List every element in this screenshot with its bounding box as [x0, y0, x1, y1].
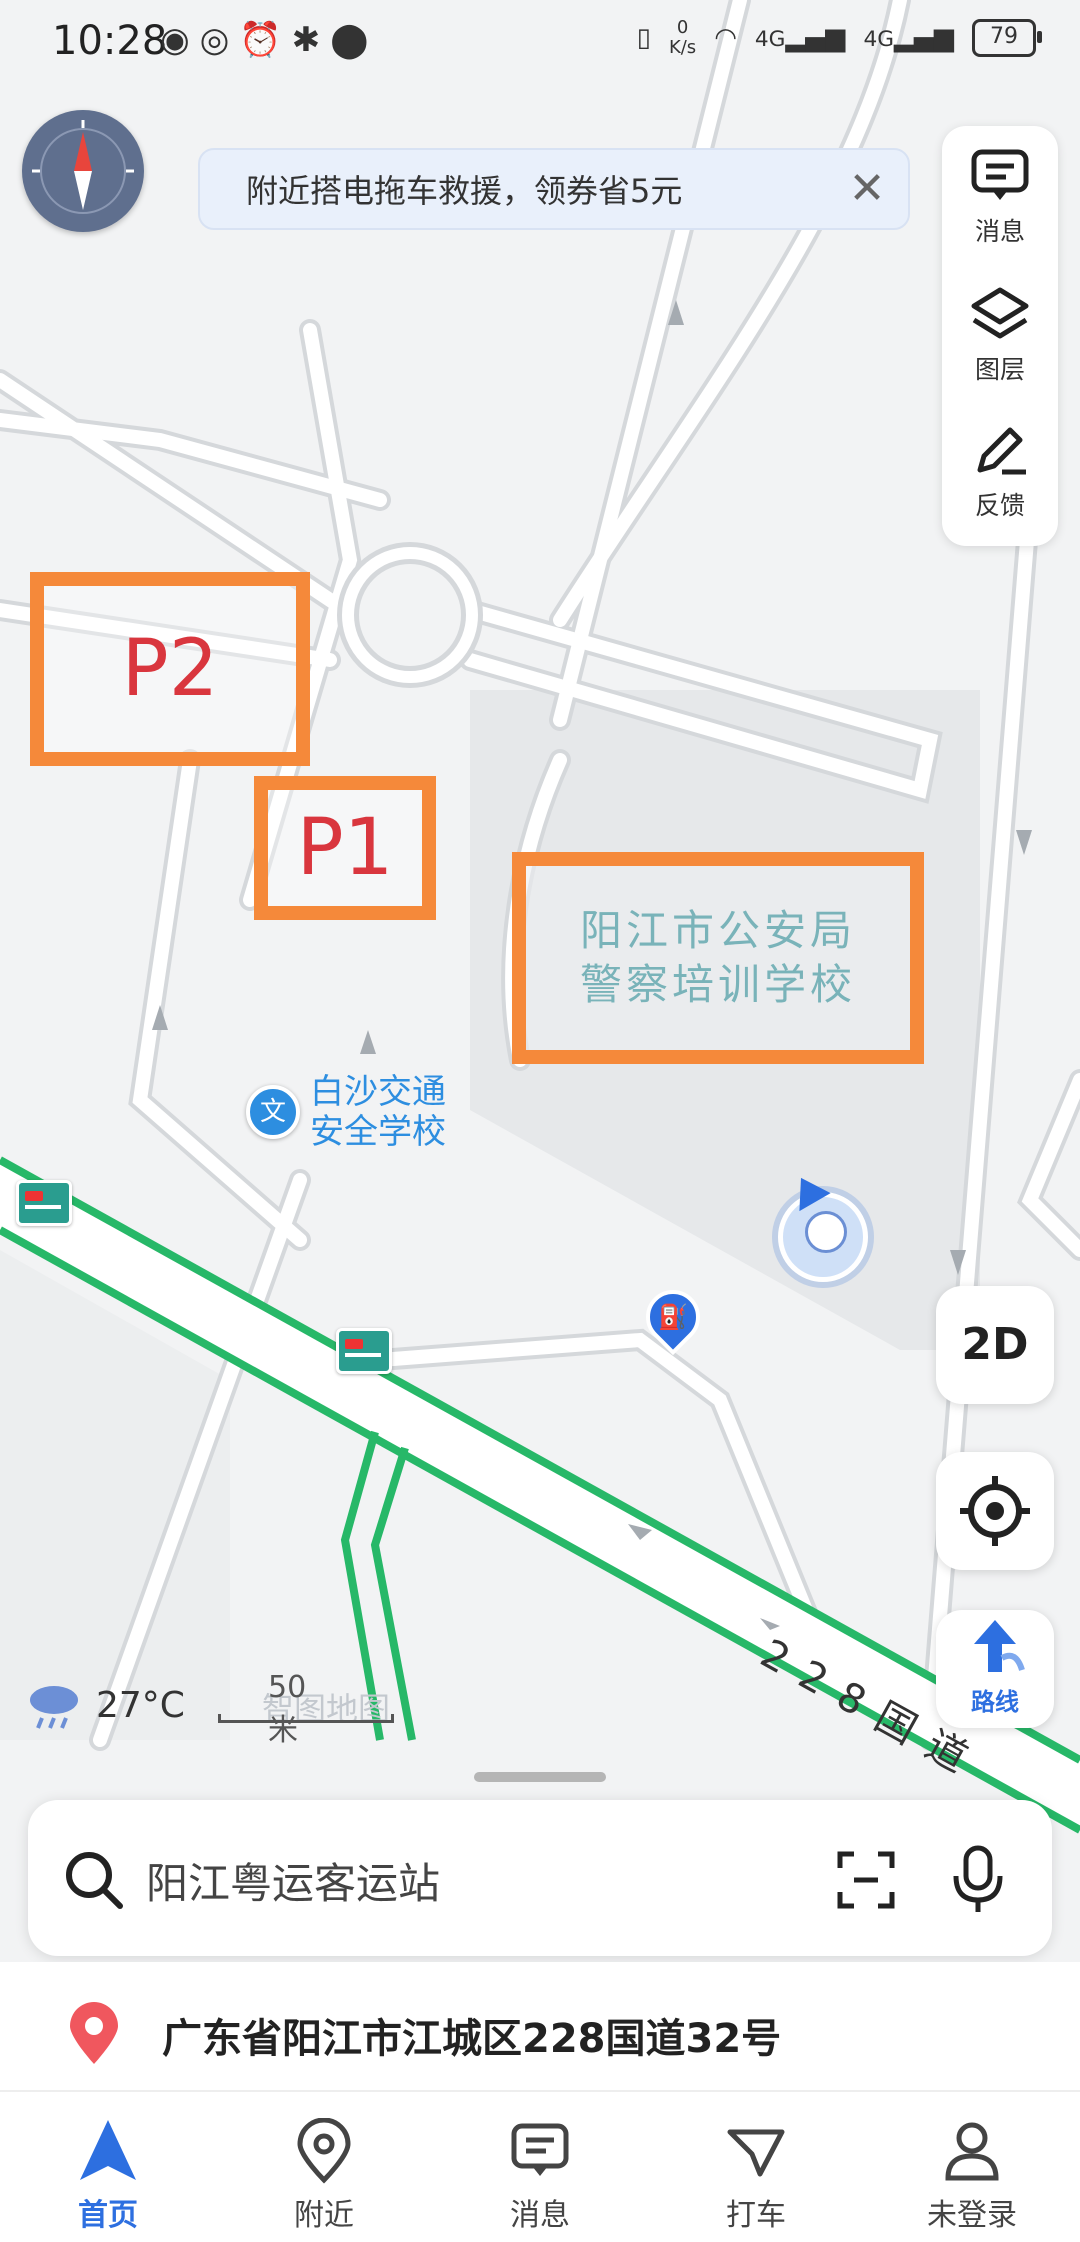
- poi-school-icon: 文: [246, 1085, 300, 1139]
- rain-cloud-icon: [30, 1686, 78, 1729]
- annotation-label-p2: P2: [121, 624, 219, 714]
- sheet-drag-handle[interactable]: [474, 1772, 606, 1782]
- message-icon: [511, 2123, 569, 2176]
- school-label-line2: 警察培训学校: [579, 960, 856, 1009]
- user-location-avatar[interactable]: [778, 1192, 868, 1282]
- status-right: ▯ 0 K/s ◠ 4G▂▄▆ 4G▂▄▆ 79: [636, 18, 1042, 58]
- nav-home[interactable]: 首页: [48, 2110, 168, 2233]
- signal-1: 4G▂▄▆: [754, 23, 846, 53]
- status-bar: 10:28 ◉ ◎ ⏰ ✱ ⬤ ▯ 0 K/s ◠ 4G▂▄▆ 4G▂▄▆ 79: [0, 0, 1080, 80]
- nav-profile-label: 未登录: [927, 2198, 1017, 2233]
- alarm-icon: ⏰: [239, 20, 282, 60]
- vibrate-icon: ▯: [636, 23, 651, 53]
- route-label: 路线: [971, 1688, 1019, 1716]
- location-pin-icon: [70, 2002, 118, 2064]
- speed-value: 0: [676, 17, 689, 38]
- feedback-pen-icon: [977, 427, 1026, 475]
- bluetooth-icon: ✱: [291, 20, 321, 60]
- annotation-box-p2: P2: [30, 572, 310, 766]
- view-mode-2d-button[interactable]: 2D: [936, 1286, 1054, 1404]
- location-icon: ⬤: [330, 20, 369, 60]
- battery-indicator: 79: [972, 19, 1042, 57]
- wifi-icon: ◠: [714, 23, 737, 53]
- school-label[interactable]: 阳江市公安局 警察培训学校: [580, 904, 856, 1012]
- current-address-row[interactable]: 广东省阳江市江城区228国道32号: [0, 1962, 1080, 2102]
- poi-traffic-school[interactable]: 文 白沙交通 安全学校: [246, 1072, 446, 1152]
- poi-name: 白沙交通 安全学校: [310, 1072, 446, 1152]
- signal-2: 4G▂▄▆: [863, 23, 954, 53]
- nav-messages-label: 消息: [510, 2198, 570, 2233]
- navigation-arrow-icon: [80, 2120, 136, 2180]
- tool-layers[interactable]: 图层: [942, 264, 1058, 394]
- search-input[interactable]: 阳江粤运客运站: [146, 1850, 440, 1911]
- scale-label: 50米: [268, 1670, 307, 1748]
- nav-taxi[interactable]: 打车: [696, 2110, 816, 2233]
- close-icon[interactable]: ✕: [842, 164, 892, 214]
- tool-message[interactable]: 消息: [942, 126, 1058, 256]
- bus-stop-icon[interactable]: [336, 1328, 392, 1374]
- message-icon: [971, 149, 1029, 200]
- annotation-label-p1: P1: [296, 803, 394, 893]
- promo-banner[interactable]: 附近搭电拖车救援，领券省5元 ✕: [198, 148, 910, 230]
- route-button[interactable]: 路线: [936, 1610, 1054, 1728]
- annotation-box-school: 阳江市公安局 警察培训学校: [512, 852, 924, 1064]
- school-label-line1: 阳江市公安局: [579, 906, 856, 955]
- weather-widget[interactable]: 27°C: [26, 1680, 185, 1730]
- map-tools-panel: 消息 图层 反馈: [942, 126, 1058, 546]
- locate-me-button[interactable]: [936, 1452, 1054, 1570]
- tool-layers-label: 图层: [974, 355, 1025, 384]
- scale-bar: [218, 1714, 394, 1723]
- nav-nearby[interactable]: 附近: [264, 2110, 384, 2233]
- layers-icon: [971, 287, 1029, 339]
- compass-button[interactable]: [22, 110, 144, 232]
- tool-feedback-label: 反馈: [974, 491, 1025, 520]
- temperature: 27°C: [96, 1684, 185, 1726]
- nav-profile[interactable]: 未登录: [912, 2110, 1032, 2233]
- scan-icon[interactable]: [834, 1848, 898, 1912]
- locate-crosshair-icon: [960, 1476, 1030, 1546]
- compass-icon: [32, 120, 134, 214]
- status-time: 10:28: [52, 18, 168, 64]
- audio-icon: ◉: [160, 20, 190, 60]
- nav-taxi-label: 打车: [726, 2198, 786, 2233]
- annotation-box-p1: P1: [254, 776, 436, 920]
- search-bar[interactable]: 阳江粤运客运站: [28, 1800, 1052, 1956]
- poi-name-line2: 安全学校: [310, 1112, 446, 1152]
- search-icon: [66, 1852, 123, 1909]
- nav-home-label: 首页: [78, 2198, 138, 2233]
- bottom-sheet: 阳江粤运客运站 广东省阳江市江城区228国道32号 首页 附近 消息 打车 未登…: [0, 1740, 1080, 2242]
- bus-stop-icon[interactable]: [16, 1180, 72, 1226]
- location-pin-icon: [297, 2118, 351, 2184]
- speed-unit: K/s: [668, 37, 697, 58]
- current-address: 广东省阳江市江城区228国道32号: [162, 2016, 782, 2062]
- tool-feedback[interactable]: 反馈: [942, 400, 1058, 530]
- nav-nearby-label: 附近: [294, 2198, 354, 2233]
- bottom-navigation: 首页 附近 消息 打车 未登录: [0, 2090, 1080, 2242]
- route-arrow-icon: [974, 1620, 1025, 1672]
- taxi-icon: [727, 2129, 785, 2177]
- promo-banner-text: 附近搭电拖车救援，领券省5元: [246, 172, 683, 210]
- tool-message-label: 消息: [974, 217, 1025, 246]
- eye-icon: ◎: [199, 20, 230, 60]
- poi-name-line1: 白沙交通: [310, 1072, 446, 1112]
- microphone-icon[interactable]: [946, 1844, 1010, 1916]
- status-notification-icons: ◉ ◎ ⏰ ✱ ⬤: [160, 20, 368, 60]
- user-icon: [945, 2122, 999, 2181]
- network-speed: 0 K/s: [669, 18, 696, 58]
- nav-messages[interactable]: 消息: [480, 2110, 600, 2233]
